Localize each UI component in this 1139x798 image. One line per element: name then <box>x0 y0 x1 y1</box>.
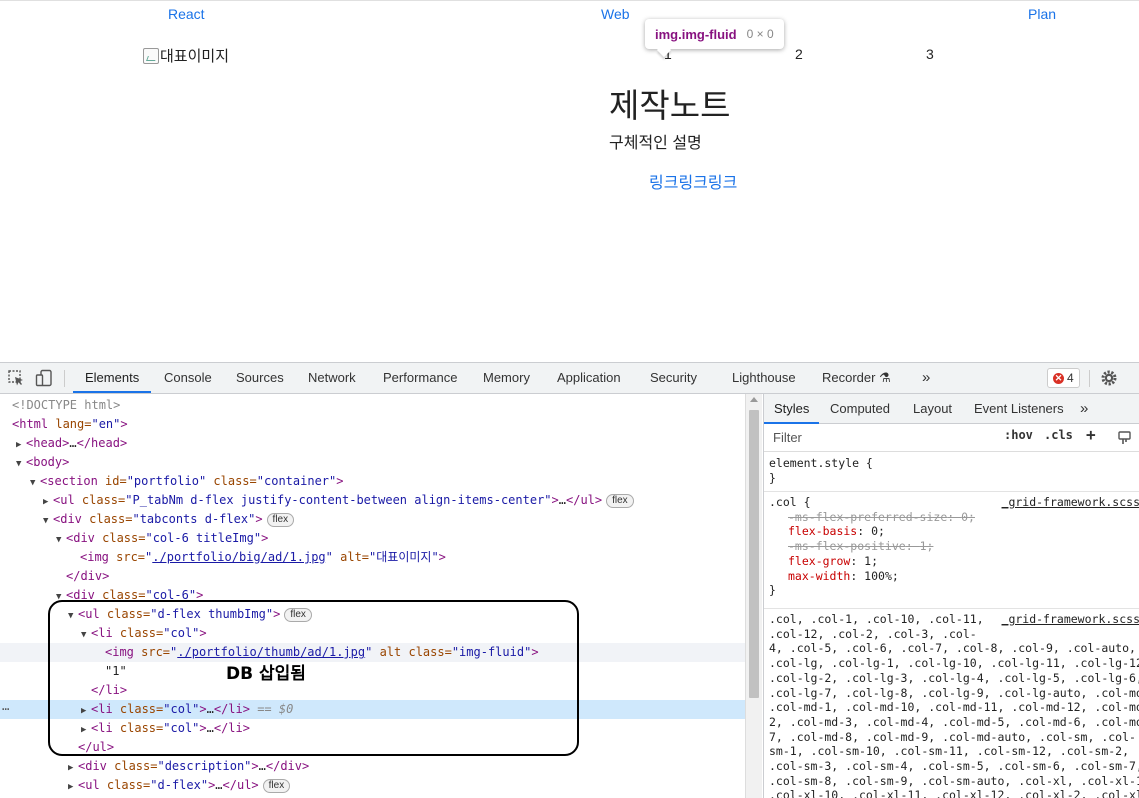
tab-console[interactable]: Console <box>164 363 212 393</box>
hov-toggle[interactable]: :hov <box>1004 428 1033 442</box>
annotation-box <box>48 600 579 756</box>
inspect-element-icon[interactable] <box>7 369 25 387</box>
css-property[interactable]: max-width: 100%; <box>769 569 1139 584</box>
dom-head-line[interactable]: ▶ <head>…</head> <box>0 434 745 453</box>
elements-scrollbar[interactable] <box>745 394 762 798</box>
tab-security[interactable]: Security <box>650 363 697 393</box>
css-property-struck[interactable]: -ms-flex-positive: 1; <box>769 539 1139 554</box>
error-count-badge[interactable]: ✕ 4 <box>1047 368 1080 388</box>
styles-tabs: Styles Computed Layout Event Listeners » <box>764 394 1139 424</box>
new-rule-plus-icon[interactable]: + <box>1086 425 1096 444</box>
rule-divider <box>764 608 1139 609</box>
page-description: 구체적인 설명 <box>609 135 702 152</box>
dom-body-line[interactable]: ▼ <body> <box>0 453 745 472</box>
tab-recorder[interactable]: Recorder ⚗ <box>822 363 891 393</box>
page-link[interactable]: 링크링크링크 <box>649 169 737 193</box>
src-link[interactable]: ./portfolio/big/ad/1.jpg <box>152 550 325 564</box>
dom-doctype-line[interactable]: <!DOCTYPE html> <box>0 396 745 415</box>
rule-divider <box>764 491 1139 492</box>
flex-badge[interactable]: flex <box>266 512 295 527</box>
devtools-toolbar: Elements Console Sources Network Perform… <box>0 363 1139 394</box>
tab-sources[interactable]: Sources <box>236 363 284 393</box>
col-rule[interactable]: .col {_grid-framework.scss -ms-flex-pref… <box>764 495 1139 598</box>
broken-image-icon <box>143 47 159 64</box>
thumb-number-2[interactable]: 2 <box>795 46 803 62</box>
tab-memory[interactable]: Memory <box>483 363 530 393</box>
more-panels-chevron-icon[interactable]: » <box>1080 394 1088 424</box>
flex-badge[interactable]: flex <box>606 493 634 508</box>
more-tabs-chevron-icon[interactable]: » <box>922 363 930 393</box>
styles-filter-bar: Filter :hov .cls + <box>764 424 1139 452</box>
tab-lighthouse[interactable]: Lighthouse <box>732 363 796 393</box>
styles-filter-input[interactable]: Filter <box>768 427 993 448</box>
page-title: 제작노트 <box>609 87 731 124</box>
dom-html-line[interactable]: <html lang="en"> <box>0 415 745 434</box>
rule-source-link[interactable]: _grid-framework.scss <box>995 612 1139 627</box>
page-viewport: React Web Plan 대표이미지 1 2 3 img.img-fluid… <box>0 0 1139 362</box>
dom-section-line[interactable]: ▼ <section id="portfolio" class="containe… <box>0 472 745 491</box>
dom-tabnm-ul-line[interactable]: ▶ <ul class="P_tabNm d-flex justify-conte… <box>0 491 745 510</box>
dom-big-img-line[interactable]: <img src="./portfolio/big/ad/1.jpg" alt=… <box>0 548 745 567</box>
error-icon: ✕ <box>1053 372 1064 384</box>
tab-performance[interactable]: Performance <box>383 363 457 393</box>
rule-source-link[interactable]: _grid-framework.scss <box>1002 495 1139 510</box>
computed-styles-toggle-icon[interactable] <box>1117 430 1133 446</box>
grid-group-rule[interactable]: .col, .col-1, .col-10, .col-11, _grid-fra… <box>764 612 1139 798</box>
css-property[interactable]: flex-grow: 1; <box>769 554 1139 569</box>
scrollbar-thumb[interactable] <box>749 410 759 698</box>
css-property-struck[interactable]: -ms-flex-preferred-size: 0; <box>769 510 1139 525</box>
toolbar-divider <box>1089 370 1090 387</box>
dom-dflex-ul-line[interactable]: ▶ <ul class="d-flex">…</ul> flex <box>0 776 745 795</box>
tab-elements[interactable]: Elements <box>73 363 152 393</box>
main-image: 대표이미지 <box>143 45 229 66</box>
tab-application[interactable]: Application <box>557 363 621 393</box>
tab-layout[interactable]: Layout <box>913 394 952 424</box>
scroll-up-arrow-icon[interactable] <box>750 397 758 402</box>
toolbar-divider <box>64 370 65 387</box>
settings-gear-icon[interactable] <box>1100 369 1118 387</box>
tab-link-plan[interactable]: Plan <box>1028 6 1056 22</box>
main-image-alt: 대표이미지 <box>160 48 230 65</box>
tab-network[interactable]: Network <box>308 363 356 393</box>
dom-description-line[interactable]: ▶ <div class="description">…</div> <box>0 757 745 776</box>
tab-computed[interactable]: Computed <box>830 394 890 424</box>
flex-badge[interactable]: flex <box>262 778 291 793</box>
tab-link-react[interactable]: React <box>168 6 205 22</box>
expand-triangle-icon[interactable]: ▶ <box>68 778 78 797</box>
tab-styles[interactable]: Styles <box>764 394 820 424</box>
more-options-icon[interactable]: ⋯ <box>2 700 9 719</box>
thumb-number-3[interactable]: 3 <box>926 46 934 62</box>
annotation-label: DB 삽입됨 <box>226 664 306 684</box>
tooltip-selector: img.img-fluid <box>655 26 737 42</box>
cls-toggle[interactable]: .cls <box>1044 428 1073 442</box>
tab-link-web[interactable]: Web <box>601 6 630 22</box>
tab-event-listeners[interactable]: Event Listeners <box>974 394 1064 424</box>
styles-sidebar: Styles Computed Layout Event Listeners »… <box>763 394 1139 798</box>
tooltip-size: 0 × 0 <box>746 27 774 41</box>
inspect-tooltip: img.img-fluid 0 × 0 <box>645 19 784 49</box>
element-style-rule[interactable]: element.style { } <box>764 456 1139 485</box>
dom-div-close-line[interactable]: </div> <box>0 567 745 586</box>
error-count: 4 <box>1067 371 1074 385</box>
device-toolbar-icon[interactable] <box>35 369 53 387</box>
dom-titleimg-line[interactable]: ▼ <div class="col-6 titleImg"> <box>0 529 745 548</box>
dom-tabconts-line[interactable]: ▼ <div class="tabconts d-flex"> flex <box>0 510 745 529</box>
css-property[interactable]: flex-basis: 0; <box>769 524 1139 539</box>
